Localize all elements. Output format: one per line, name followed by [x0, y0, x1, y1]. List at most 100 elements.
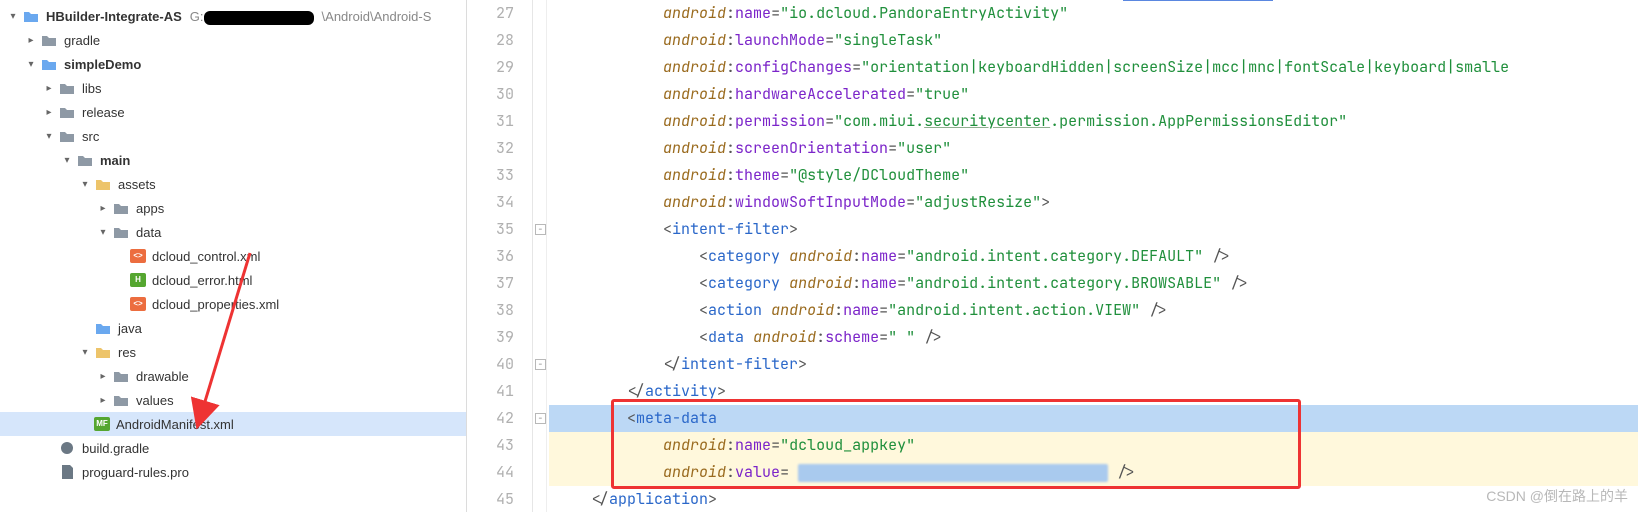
chevron-right-icon[interactable]: ▸	[42, 81, 56, 95]
folder-icon	[58, 79, 76, 97]
folder-icon	[94, 175, 112, 193]
text-file-icon	[58, 463, 76, 481]
folder-icon	[112, 367, 130, 385]
xml-file-icon: <>	[130, 297, 146, 311]
chevron-down-icon[interactable]: ▾	[6, 9, 20, 23]
tree-item-data[interactable]: ▾ data	[0, 220, 466, 244]
line-number: 44	[467, 459, 514, 486]
module-icon	[40, 55, 58, 73]
tree-item-assets[interactable]: ▾ assets	[0, 172, 466, 196]
code-line[interactable]: <category android:name="android.intent.c…	[549, 243, 1638, 270]
chevron-down-icon[interactable]: ▾	[24, 57, 38, 71]
code-line[interactable]: <meta-data	[549, 405, 1638, 432]
folder-icon	[76, 151, 94, 169]
tree-item-manifest[interactable]: ▸ MF AndroidManifest.xml	[0, 412, 466, 436]
tree-item-release[interactable]: ▸ release	[0, 100, 466, 124]
html-file-icon: H	[130, 273, 146, 287]
code-area[interactable]: android:name="io.dcloud.PandoraEntryActi…	[549, 0, 1638, 512]
line-number: 45	[467, 486, 514, 512]
chevron-right-icon[interactable]: ▸	[96, 201, 110, 215]
folder-icon	[112, 391, 130, 409]
line-number: 34	[467, 189, 514, 216]
code-line[interactable]: android:screenOrientation="user"	[549, 135, 1638, 162]
chevron-down-icon[interactable]: ▾	[78, 177, 92, 191]
line-number: 43	[467, 432, 514, 459]
code-line[interactable]: android:value= />	[549, 459, 1638, 486]
chevron-right-icon[interactable]: ▸	[24, 33, 38, 47]
tree-item-main[interactable]: ▾ main	[0, 148, 466, 172]
chevron-down-icon[interactable]: ▾	[78, 345, 92, 359]
tree-item-values[interactable]: ▸ values	[0, 388, 466, 412]
line-number: 32	[467, 135, 514, 162]
code-line[interactable]: android:launchMode="singleTask"	[549, 27, 1638, 54]
code-line[interactable]: <intent-filter>	[549, 216, 1638, 243]
redacted-value	[798, 464, 1108, 482]
line-gutter: 27 28 29 30 31 32 33 34 35 36 37 38 39 4…	[467, 0, 533, 512]
chevron-down-icon[interactable]: ▾	[42, 129, 56, 143]
line-number: 37	[467, 270, 514, 297]
line-number: 38	[467, 297, 514, 324]
tree-item-simpledemo[interactable]: ▾ simpleDemo	[0, 52, 466, 76]
code-line[interactable]: android:configChanges="orientation|keybo…	[549, 54, 1638, 81]
code-line[interactable]: <data android:scheme=" " />	[549, 324, 1638, 351]
chevron-right-icon[interactable]: ▸	[96, 393, 110, 407]
fold-marker[interactable]: −	[535, 224, 546, 235]
code-line[interactable]: <action android:name="android.intent.act…	[549, 297, 1638, 324]
code-line[interactable]: android:permission="com.miui.securitycen…	[549, 108, 1638, 135]
tree-root[interactable]: ▾ HBuilder-Integrate-AS G: \Android\Andr…	[0, 4, 466, 28]
tree-item-build-gradle[interactable]: ▸ build.gradle	[0, 436, 466, 460]
folder-icon	[94, 319, 112, 337]
line-number: 42	[467, 405, 514, 432]
fold-strip: − − −	[533, 0, 547, 512]
tree-item-res[interactable]: ▾ res	[0, 340, 466, 364]
line-number: 39	[467, 324, 514, 351]
line-number: 30	[467, 81, 514, 108]
fold-marker[interactable]: −	[535, 359, 546, 370]
gradle-file-icon	[58, 439, 76, 457]
chevron-right-icon[interactable]: ▸	[96, 369, 110, 383]
code-line[interactable]: android:hardwareAccelerated="true"	[549, 81, 1638, 108]
manifest-file-icon: MF	[94, 417, 110, 431]
line-number: 29	[467, 54, 514, 81]
code-editor[interactable]: 27 28 29 30 31 32 33 34 35 36 37 38 39 4…	[467, 0, 1638, 512]
redacted-path	[204, 11, 314, 25]
tree-item-java[interactable]: ▸ java	[0, 316, 466, 340]
tree-item-drawable[interactable]: ▸ drawable	[0, 364, 466, 388]
line-number: 36	[467, 243, 514, 270]
project-tree[interactable]: ▾ HBuilder-Integrate-AS G: \Android\Andr…	[0, 0, 467, 512]
code-line[interactable]: android:name="dcloud_appkey"	[549, 432, 1638, 459]
root-path-prefix: G:	[190, 9, 204, 24]
chevron-down-icon[interactable]: ▾	[60, 153, 74, 167]
fold-marker[interactable]: −	[535, 413, 546, 424]
code-line[interactable]: <category android:name="android.intent.c…	[549, 270, 1638, 297]
line-number: 35	[467, 216, 514, 243]
line-number: 33	[467, 162, 514, 189]
root-label: HBuilder-Integrate-AS	[46, 9, 182, 24]
folder-icon	[58, 103, 76, 121]
folder-icon	[58, 127, 76, 145]
tree-item-dcloud-properties[interactable]: ▸ <> dcloud_properties.xml	[0, 292, 466, 316]
xml-file-icon: <>	[130, 249, 146, 263]
line-number: 27	[467, 0, 514, 27]
tree-item-src[interactable]: ▾ src	[0, 124, 466, 148]
tree-item-dcloud-error[interactable]: ▸ H dcloud_error.html	[0, 268, 466, 292]
folder-icon	[112, 223, 130, 241]
tree-item-libs[interactable]: ▸ libs	[0, 76, 466, 100]
chevron-down-icon[interactable]: ▾	[96, 225, 110, 239]
watermark: CSDN @倒在路上的羊	[1486, 486, 1628, 506]
tree-item-dcloud-control[interactable]: ▸ <> dcloud_control.xml	[0, 244, 466, 268]
code-line[interactable]: </activity>	[549, 378, 1638, 405]
folder-icon	[112, 199, 130, 217]
chevron-right-icon[interactable]: ▸	[42, 105, 56, 119]
code-line[interactable]: </application>	[549, 486, 1638, 512]
tree-item-proguard[interactable]: ▸ proguard-rules.pro	[0, 460, 466, 484]
line-number: 31	[467, 108, 514, 135]
tree-item-apps[interactable]: ▸ apps	[0, 196, 466, 220]
code-line[interactable]: android:theme="@style/DCloudTheme"	[549, 162, 1638, 189]
code-line[interactable]: android:name="io.dcloud.PandoraEntryActi…	[549, 0, 1638, 27]
code-line[interactable]: android:windowSoftInputMode="adjustResiz…	[549, 189, 1638, 216]
tree-item-gradle[interactable]: ▸ gradle	[0, 28, 466, 52]
module-icon	[22, 7, 40, 25]
code-line[interactable]: </intent-filter>	[549, 351, 1638, 378]
line-number: 41	[467, 378, 514, 405]
